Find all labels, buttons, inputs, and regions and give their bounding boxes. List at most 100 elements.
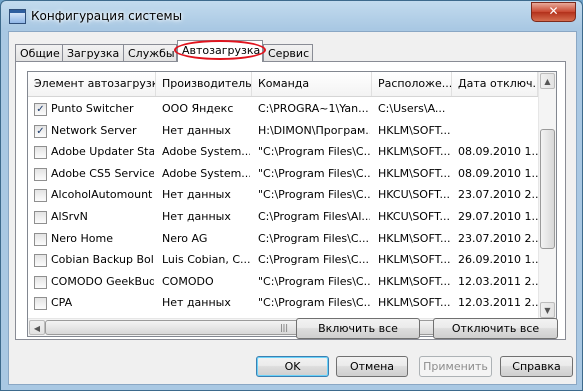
cell-item: Adobe Updater Sta... [51,145,154,159]
cell-date: 08.09.2010 1... [458,166,538,180]
apply-button[interactable]: Применить [419,356,492,377]
table-row[interactable]: AlSrvN Нет данных C:\Program Files\Al... HK… [28,207,538,227]
msconfig-window-icon [9,9,26,24]
table-row[interactable]: Nero Home Nero AG C:\Program Files\C... HKL… [28,229,538,249]
cell-location: HKLM\SOFT... [378,231,450,245]
tab-boot-label: Загрузка [67,47,120,60]
cell-command: "C:\Program Files\C... [258,188,370,202]
startup-item-checkbox[interactable] [34,189,47,203]
cell-date: 26.09.2010 1... [458,253,538,267]
cell-maker: COMODO [162,274,214,288]
help-button[interactable]: Справка [500,356,573,377]
tab-boot[interactable]: Загрузка [62,44,124,61]
tab-general[interactable]: Общие [15,44,63,61]
cell-maker: Нет данных [162,123,231,137]
cell-item: Network Server [51,123,137,137]
cell-location: HKLM\SOFT... [378,296,450,310]
cell-date: 12.03.2011 2... [458,274,538,288]
cell-item: CPA [51,296,73,310]
cell-command: H:\DIMON\Програм... [258,123,370,137]
startup-item-checkbox[interactable]: ✓ [34,103,47,116]
cell-item: Punto Switcher [51,102,134,115]
startup-item-checkbox[interactable]: ✓ [34,124,47,138]
cell-command: C:\Program Files\Al... [258,210,370,223]
cell-command: "C:\Program Files\C... [258,296,370,310]
cell-date [458,99,538,119]
scroll-down-arrow-icon[interactable]: ▼ [540,302,555,318]
table-row[interactable]: Adobe Updater Sta... Adobe System... "C:\P… [28,142,538,162]
scroll-up-arrow-icon[interactable]: ▲ [540,73,555,89]
column-header-location[interactable]: Расположе... [372,72,452,96]
cell-date: 23.07.2010 2... [458,231,538,245]
table-row[interactable]: CPA Нет данных "C:\Program Files\C... HKLM\… [28,293,538,313]
startup-item-checkbox[interactable] [34,275,47,289]
enable-all-button[interactable]: Включить все [296,318,420,339]
cell-maker: Нет данных [162,296,231,310]
tab-tools[interactable]: Сервис [263,44,313,61]
cell-item: AlcoholAutomount [51,188,153,202]
red-highlight-circle [174,40,266,60]
startup-item-checkbox[interactable] [34,232,47,246]
table-row[interactable]: ✓ Network Server Нет данных H:\DIMON\Програ… [28,121,538,141]
tab-general-label: Общие [20,47,60,60]
startup-item-checkbox[interactable] [34,146,47,160]
cell-maker: Luis Cobian, C... [162,253,250,267]
startup-item-checkbox[interactable] [34,297,47,311]
title-bar[interactable]: Конфигурация системы ✕ [1,1,582,31]
cell-location: HKLM\SOFT... [378,145,450,159]
startup-items-list[interactable]: Элемент автозагрузки Производитель Коман… [27,71,557,337]
column-header-item[interactable]: Элемент автозагрузки [28,72,156,96]
dialog-body: Общие Загрузка Службы Автозагрузка Серви… [8,31,577,385]
cell-date [458,121,538,141]
scroll-left-arrow-icon[interactable]: ◀ [29,320,45,335]
cell-command: C:\Program Files\C... [258,253,370,267]
cell-date: 23.07.2010 2... [458,188,538,202]
cell-location: HKLM\SOFT... [378,253,450,267]
cell-date: 08.09.2010 1... [458,145,538,159]
startup-item-checkbox[interactable] [34,167,47,181]
cell-command: "C:\Program Files\C... [258,166,370,180]
tab-services[interactable]: Службы [123,44,177,61]
cell-command: C:\PROGRA~1\Yan... [258,102,369,115]
cell-location: HKLM\SOFT... [378,274,450,288]
cell-maker: Adobe System... [162,166,250,180]
cell-item: Nero Home [51,231,113,245]
cell-item: COMODO GeekBuddy [51,274,154,288]
cell-date: 29.07.2010 1... [458,210,538,223]
cell-maker: Нет данных [162,210,231,223]
window-title: Конфигурация системы [31,9,183,23]
cell-location: C:\Users\A... [378,102,446,115]
cell-command: "C:\Program Files\C... [258,145,370,159]
cell-command: C:\Program Files\C... [258,231,370,245]
cell-item: AlSrvN [51,210,88,223]
cell-item: Adobe CS5 Service... [51,166,154,180]
tab-services-label: Службы [128,47,175,60]
cancel-button[interactable]: Отмена [336,356,408,377]
tab-startup[interactable]: Автозагрузка [174,40,266,62]
cell-location: HKCU\SOFT... [378,188,450,202]
cell-command: "C:\Program Files\C... [258,274,370,288]
table-row[interactable]: AlcoholAutomount Нет данных "C:\Program Fi… [28,185,538,205]
ok-button[interactable]: OK [256,356,329,377]
startup-tab-panel: Элемент автозагрузки Производитель Коман… [15,61,566,340]
cell-location: HKLM\SOFT... [378,166,450,180]
startup-item-checkbox[interactable] [34,211,47,224]
system-configuration-window: Конфигурация системы ✕ Общие Загрузка Сл… [0,0,583,391]
startup-item-checkbox[interactable] [34,254,47,268]
table-row[interactable]: Cobian Backup Bole... Luis Cobian, C... C:… [28,250,538,270]
vertical-scroll-thumb[interactable] [540,129,555,249]
cell-maker: ООО Яндекс [162,102,234,115]
table-row[interactable]: COMODO GeekBuddy COMODO "C:\Program Files\… [28,272,538,292]
column-header-date-disabled[interactable]: Дата отключ... [452,72,538,96]
close-button[interactable]: ✕ [531,2,576,22]
column-header-manufacturer[interactable]: Производитель [156,72,252,96]
disable-all-button[interactable]: Отключить все [433,318,558,339]
column-header-command[interactable]: Команда [252,72,372,96]
cell-maker: Nero AG [162,231,208,245]
cell-maker: Adobe System... [162,145,250,159]
cell-maker: Нет данных [162,188,231,202]
table-row[interactable]: ✓ Punto Switcher ООО Яндекс C:\PROGRA~1\Yan… [28,99,538,119]
vertical-scrollbar[interactable]: ▲ ▼ [538,72,556,319]
cell-location: HKCU\SOFT... [378,210,450,223]
table-row[interactable]: Adobe CS5 Service... Adobe System... "C:\P… [28,164,538,184]
